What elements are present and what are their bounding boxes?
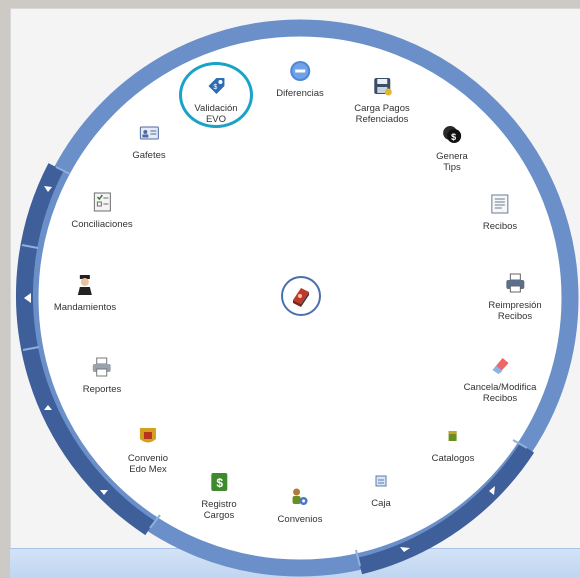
menu-item-label: Validación EVO <box>194 103 238 125</box>
menu-item-recibos[interactable]: Recibos <box>483 193 517 232</box>
menu-item-label: Convenios <box>277 514 323 525</box>
menu-item-label: Mandamientos <box>53 302 117 313</box>
handshake-icon <box>289 486 311 508</box>
menu-item-diferencias[interactable]: Diferencias <box>276 60 324 99</box>
menu-item-label: Carga Pagos Refenciados <box>354 103 410 125</box>
menu-item-label: Reportes <box>82 384 122 395</box>
svg-text:$: $ <box>216 476 223 490</box>
person-icon <box>74 274 96 296</box>
minus-circle-icon <box>289 60 311 82</box>
save-disk-icon <box>371 75 393 97</box>
svg-text:$: $ <box>451 132 456 142</box>
menu-item-catalogos[interactable]: Catalogos <box>431 425 475 464</box>
tag-icon: $ <box>205 75 227 97</box>
printer-report-icon <box>91 356 113 378</box>
menu-item-label: Gafetes <box>132 150 166 161</box>
menu-item-validacion-evo[interactable]: $ Validación EVO <box>194 75 238 125</box>
menu-item-conciliaciones[interactable]: Conciliaciones <box>71 191 133 230</box>
menu-item-label: Reimpresión Recibos <box>488 300 542 322</box>
money-icon: $ <box>441 123 463 145</box>
dollar-book-icon: $ <box>208 471 230 493</box>
eraser-icon <box>489 354 511 376</box>
catalog-icon <box>442 425 464 447</box>
menu-item-reimpresion-recibos[interactable]: Reimpresión Recibos <box>488 272 542 322</box>
menu-item-convenios[interactable]: Convenios <box>277 486 323 525</box>
menu-item-mandamientos[interactable]: Mandamientos <box>54 274 116 313</box>
app-logo-icon[interactable] <box>281 276 321 316</box>
menu-item-cancela-modifica[interactable]: Cancela/Modifica Recibos <box>463 354 537 404</box>
menu-item-carga-pagos[interactable]: Carga Pagos Refenciados <box>354 75 410 125</box>
menu-item-label: Caja <box>371 498 391 509</box>
menu-item-label: Registro Cargos <box>201 499 237 521</box>
menu-item-label: Cancela/Modifica Recibos <box>463 382 537 404</box>
menu-item-label: Diferencias <box>276 88 324 99</box>
menu-item-caja[interactable]: Caja <box>370 470 392 509</box>
menu-item-label: Recibos <box>482 221 518 232</box>
svg-text:$: $ <box>213 84 217 91</box>
cash-register-icon <box>370 470 392 492</box>
menu-item-registro-cargos[interactable]: $ Registro Cargos <box>201 471 237 521</box>
menu-item-label: Catalogos <box>431 453 475 464</box>
menu-item-genera-tips[interactable]: $ Genera Tips <box>436 123 468 173</box>
shield-emblem-icon <box>137 425 159 447</box>
menu-item-gafetes[interactable]: Gafetes <box>132 122 166 161</box>
checklist-icon <box>91 191 113 213</box>
menu-item-reportes[interactable]: Reportes <box>82 356 122 395</box>
menu-item-label: Genera Tips <box>436 151 468 173</box>
id-card-icon <box>138 122 160 144</box>
menu-item-label: Conciliaciones <box>71 219 133 230</box>
document-list-icon <box>489 193 511 215</box>
menu-item-label: Convenio Edo Mex <box>127 453 169 475</box>
menu-item-convenio-edomex[interactable]: Convenio Edo Mex <box>128 425 168 475</box>
printer-icon <box>504 272 526 294</box>
